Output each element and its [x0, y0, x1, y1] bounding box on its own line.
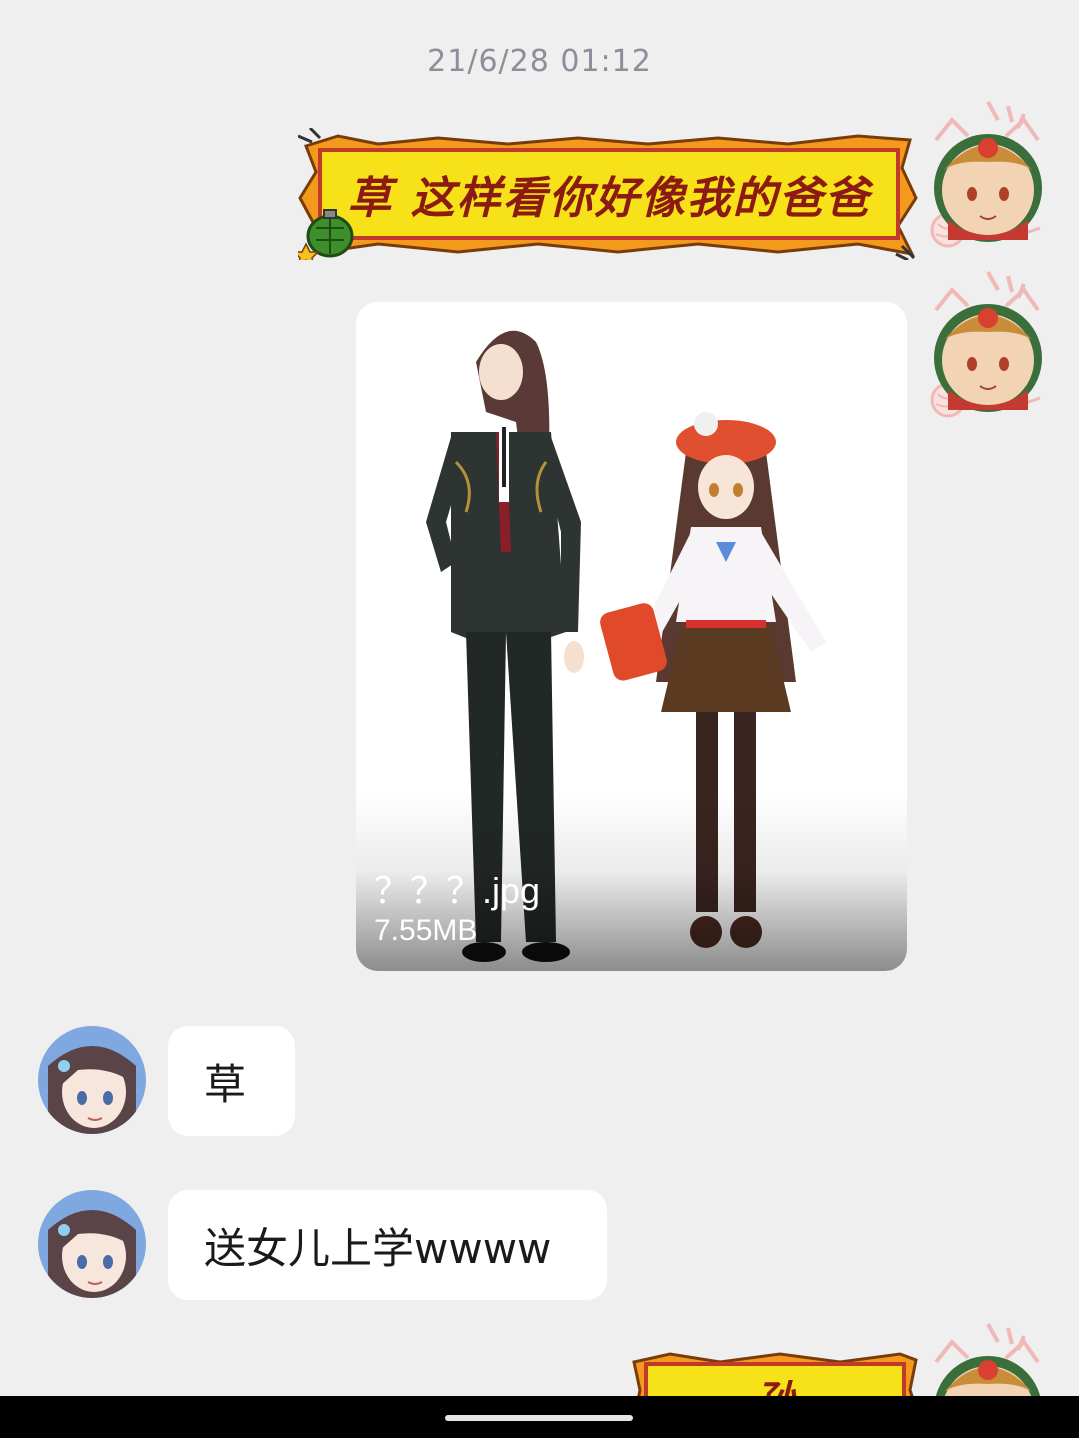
- received-message-bubble[interactable]: 草: [168, 1026, 295, 1136]
- sticker-message-bubble[interactable]: 孙: [630, 1350, 920, 1396]
- received-message-bubble[interactable]: 送女儿上学wwww: [168, 1190, 607, 1300]
- sticker-message-bubble[interactable]: 草 这样看你好像我的爸爸: [292, 126, 920, 268]
- own-avatar-frame[interactable]: [928, 1322, 1046, 1396]
- sticker-message-text: 草 这样看你好像我的爸爸: [347, 173, 871, 224]
- own-avatar-frame[interactable]: [928, 270, 1046, 420]
- cat-ear-avatar-frame-icon: [930, 271, 1042, 418]
- file-size: 7.55MB: [374, 914, 478, 947]
- message-timestamp: 21/6/28 01:12: [427, 44, 652, 79]
- contact-avatar-image: [38, 1190, 146, 1298]
- received-message-text: 草: [204, 1059, 247, 1109]
- cat-ear-avatar-frame-icon: [934, 1323, 1041, 1396]
- cat-ear-avatar-frame-icon: [930, 101, 1042, 248]
- contact-avatar[interactable]: [38, 1190, 146, 1298]
- home-gesture-handle[interactable]: [445, 1415, 633, 1421]
- received-message-text: 送女儿上学wwww: [204, 1223, 552, 1273]
- image-file-message[interactable]: ？？？.jpg 7.55MB: [356, 302, 907, 971]
- own-avatar-frame[interactable]: [928, 100, 1046, 250]
- system-navigation-bar: [0, 1396, 1079, 1438]
- contact-avatar[interactable]: [38, 1026, 146, 1134]
- file-name: ？？？.jpg: [374, 870, 541, 911]
- contact-avatar-image: [38, 1026, 146, 1134]
- sticker-message-text: 孙: [630, 1368, 920, 1396]
